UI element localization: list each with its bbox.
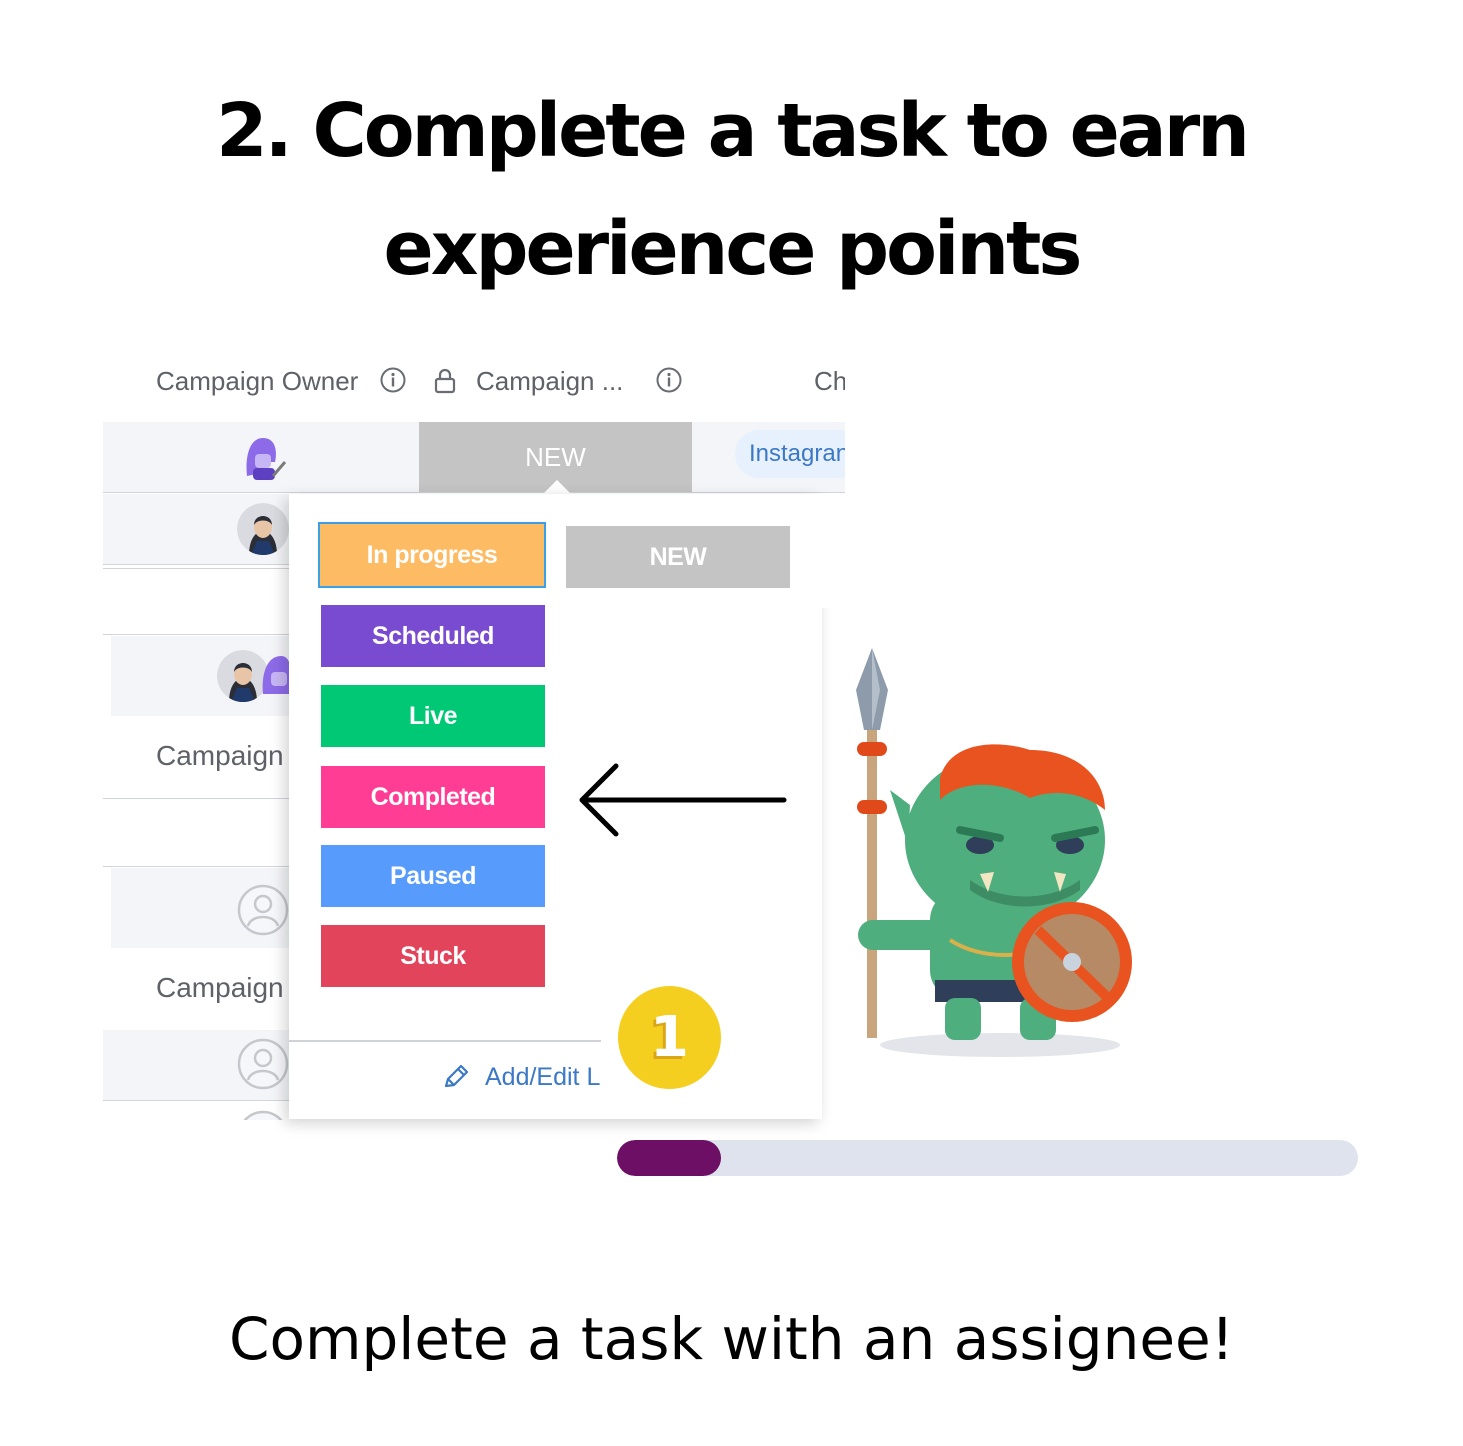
info-icon[interactable] (380, 367, 406, 393)
headline-line-1: 2. Complete a task to earn (216, 88, 1250, 174)
label-paused[interactable]: Paused (321, 845, 545, 907)
column-header-owner[interactable]: Campaign Owner (156, 366, 358, 397)
add-edit-labels-link[interactable]: Add/Edit L (443, 1063, 600, 1092)
group-label: Campaign (156, 972, 284, 1003)
channel-tag[interactable]: Instagran (735, 430, 845, 478)
xp-progress-bar (617, 1140, 1358, 1176)
person-placeholder-icon[interactable] (237, 884, 289, 936)
dropdown-pointer (542, 480, 572, 495)
avatar-icon[interactable] (237, 503, 289, 555)
divider (103, 634, 293, 635)
divider (103, 1100, 293, 1101)
label-stuck[interactable]: Stuck (321, 925, 545, 987)
label-new[interactable]: NEW (566, 526, 790, 588)
label-completed-text: Completed (370, 783, 496, 811)
label-completed[interactable]: Completed (321, 766, 545, 828)
person-placeholder-icon[interactable] (237, 1038, 289, 1090)
label-new-text: NEW (649, 543, 707, 571)
person-placeholder-icon (243, 1110, 283, 1120)
headline: 2. Complete a task to earn experience po… (0, 72, 1463, 308)
info-icon[interactable] (656, 367, 682, 393)
headline-line-2: experience points (383, 206, 1083, 292)
lock-icon (434, 368, 456, 394)
column-header-channel[interactable]: Ch (814, 366, 845, 397)
level-badge: 1 (618, 986, 721, 1089)
column-header-status[interactable]: Campaign ... (476, 366, 623, 397)
divider (103, 866, 293, 867)
label-in-progress-text: In progress (366, 541, 498, 569)
label-stuck-text: Stuck (400, 942, 466, 970)
avatar-icon[interactable] (261, 650, 291, 702)
avatar-icon[interactable] (237, 432, 289, 484)
divider (103, 492, 845, 493)
label-scheduled[interactable]: Scheduled (321, 605, 545, 667)
label-live-text: Live (408, 702, 458, 730)
dropdown-divider (289, 1040, 601, 1042)
label-scheduled-text: Scheduled (372, 622, 494, 650)
add-edit-labels-text: Add/Edit L (485, 1063, 601, 1091)
label-in-progress[interactable]: In progress (318, 522, 546, 588)
group-label: Campaign (156, 740, 284, 771)
dropdown-edge (822, 494, 845, 608)
orc-character-icon (856, 648, 1132, 1057)
xp-progress-fill (617, 1140, 721, 1176)
label-live[interactable]: Live (321, 685, 545, 747)
caption-text: Complete a task with an assignee! (229, 1305, 1234, 1373)
arrow-left-icon (579, 763, 787, 837)
pencil-icon (444, 1064, 469, 1088)
label-paused-text: Paused (390, 862, 476, 890)
divider (103, 798, 293, 799)
